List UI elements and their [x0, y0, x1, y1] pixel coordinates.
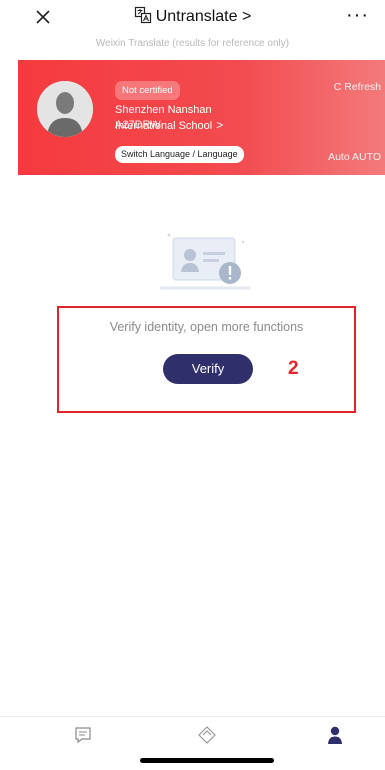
verify-prompt: Verify identity, open more functions — [109, 320, 304, 334]
person-icon — [328, 726, 342, 744]
step-number: 2 — [288, 358, 299, 379]
verify-button[interactable]: Verify — [163, 354, 253, 384]
verify-highlight-box: Verify identity, open more functions Ver… — [57, 306, 356, 413]
avatar[interactable] — [37, 81, 93, 137]
home-indicator[interactable] — [140, 758, 274, 763]
student-code: A27DRW — [115, 119, 161, 131]
refresh-button[interactable]: C Refresh — [334, 81, 381, 93]
message-icon — [75, 727, 91, 744]
top-bar: Untranslate > ··· — [0, 0, 385, 34]
nav-label — [53, 748, 113, 760]
switch-language-button[interactable]: Switch Language / Language — [115, 146, 244, 163]
id-card-illustration — [155, 228, 255, 294]
nav-item-messages[interactable] — [53, 725, 113, 760]
nav-item-apps[interactable] — [177, 725, 237, 760]
auto-language-label[interactable]: Auto AUTO — [328, 151, 381, 163]
more-menu-button[interactable]: ··· — [346, 4, 369, 27]
page-title[interactable]: Untranslate > — [0, 6, 385, 26]
nav-label — [305, 748, 365, 760]
profile-banner: Not certified Shenzhen Nanshan Internati… — [18, 60, 385, 175]
title-text: Untranslate > — [155, 8, 252, 25]
apps-icon — [198, 726, 216, 744]
translate-notice: Weixin Translate (results for reference … — [95, 38, 290, 49]
nav-item-me[interactable] — [305, 725, 365, 760]
chevron-right-icon: > — [216, 118, 224, 132]
certification-status-badge: Not certified — [115, 81, 180, 100]
translate-icon — [134, 6, 152, 24]
